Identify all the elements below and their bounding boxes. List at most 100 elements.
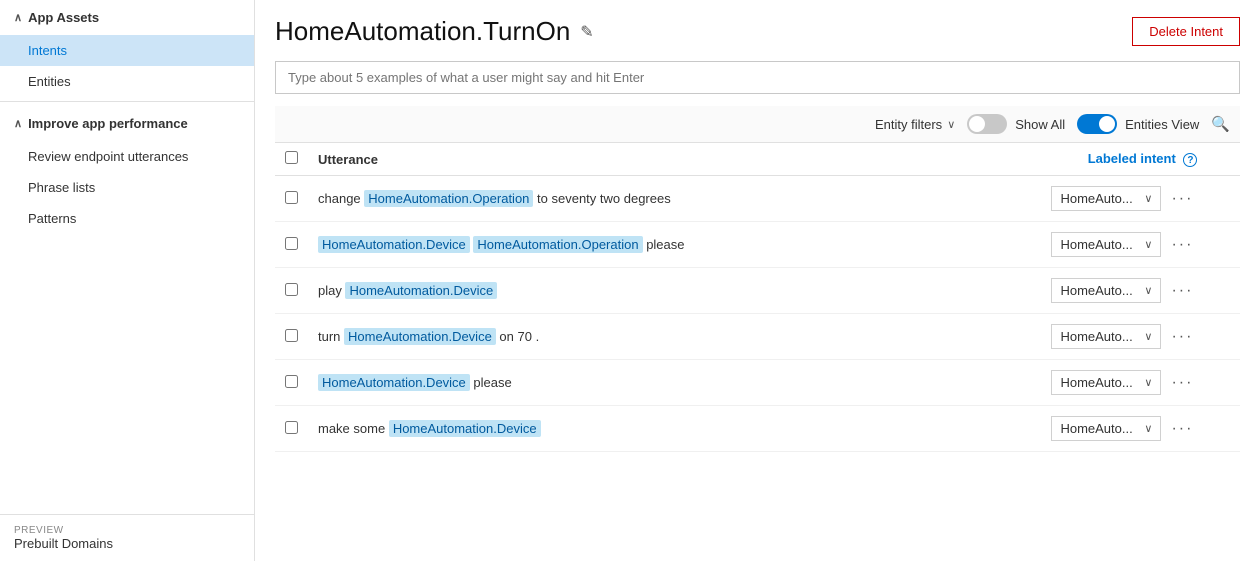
select-all-header (275, 143, 308, 176)
toolbar: Entity filters ∨ Show All Entities View … (275, 106, 1240, 143)
dropdown-chevron-icon: ∨ (1144, 376, 1152, 389)
entity-tag[interactable]: HomeAutomation.Device (389, 420, 541, 437)
intent-value: HomeAuto... (1060, 283, 1132, 298)
intent-dropdown[interactable]: HomeAuto...∨ (1051, 416, 1161, 441)
entity-filters-label: Entity filters (875, 117, 942, 132)
show-all-toggle-wrapper: Show All (967, 114, 1065, 134)
intent-cell: HomeAuto...∨ ··· (937, 268, 1207, 314)
utterance-cell: change HomeAutomation.Operation to seven… (308, 176, 937, 222)
entity-tag[interactable]: HomeAutomation.Device (318, 236, 470, 253)
sidebar-section-improve[interactable]: ∧ Improve app performance (0, 106, 254, 141)
utterance-cell: play HomeAutomation.Device (308, 268, 937, 314)
entity-filters-button[interactable]: Entity filters ∨ (875, 117, 955, 132)
chevron-down-icon: ∨ (947, 118, 955, 131)
utterance-cell: turn HomeAutomation.Device on 70 . (308, 314, 937, 360)
intent-dropdown[interactable]: HomeAuto...∨ (1051, 232, 1161, 257)
labeled-intent-column-header: Labeled intent ? (937, 143, 1207, 176)
utterances-table: Utterance Labeled intent ? change HomeAu… (275, 143, 1240, 452)
entities-view-label: Entities View (1125, 117, 1199, 132)
row-checkbox[interactable] (285, 421, 298, 434)
intent-dropdown[interactable]: HomeAuto... ∨ (1051, 324, 1161, 349)
intent-value: HomeAuto... (1060, 329, 1132, 344)
preview-label: PREVIEW (14, 525, 240, 536)
intent-value: HomeAuto... (1060, 421, 1132, 436)
utterance-cell: HomeAutomation.Device HomeAutomation.Ope… (308, 222, 937, 268)
header-row: HomeAutomation.TurnOn ✎ Delete Intent (275, 16, 1240, 47)
row-checkbox-cell (275, 314, 308, 360)
utterance-cell: HomeAutomation.Device please (308, 360, 937, 406)
sidebar-section-app-assets[interactable]: ∧ App Assets (0, 0, 254, 35)
utterance-column-header: Utterance (308, 143, 937, 176)
sidebar-improve-label: Improve app performance (28, 116, 188, 131)
entities-view-toggle[interactable] (1077, 114, 1117, 134)
chevron-up-icon: ∧ (14, 11, 22, 24)
intent-cell: HomeAuto...∨ ··· (937, 222, 1207, 268)
sidebar-item-phrase-lists[interactable]: Phrase lists (0, 172, 254, 203)
entity-tag[interactable]: HomeAutomation.Device (345, 282, 497, 299)
more-options-button[interactable]: ··· (1167, 282, 1197, 300)
entity-tag[interactable]: HomeAutomation.Device (318, 374, 470, 391)
more-options-button[interactable]: ··· (1167, 190, 1197, 208)
prebuilt-domains-label[interactable]: Prebuilt Domains (14, 536, 240, 551)
sidebar-divider (0, 101, 254, 102)
select-all-checkbox[interactable] (285, 151, 298, 164)
row-checkbox-cell (275, 406, 308, 452)
row-actions: HomeAuto... ∨ ··· (947, 324, 1197, 349)
intent-dropdown[interactable]: HomeAuto...∨ (1051, 278, 1161, 303)
sidebar-item-patterns[interactable]: Patterns (0, 203, 254, 234)
dropdown-chevron-icon: ∨ (1144, 238, 1152, 251)
utterances-table-container: Utterance Labeled intent ? change HomeAu… (275, 143, 1240, 545)
intent-dropdown[interactable]: HomeAuto... ∨ (1051, 370, 1161, 395)
utterance-cell: make some HomeAutomation.Device (308, 406, 937, 452)
delete-intent-button[interactable]: Delete Intent (1132, 17, 1240, 46)
sidebar-item-entities[interactable]: Entities (0, 66, 254, 97)
actions-column-header (1207, 143, 1240, 176)
more-options-button[interactable]: ··· (1167, 374, 1197, 392)
intent-value: HomeAuto... (1060, 375, 1132, 390)
help-icon[interactable]: ? (1183, 153, 1197, 167)
intent-cell: HomeAuto... ∨ ··· (937, 176, 1207, 222)
row-checkbox-cell (275, 360, 308, 406)
row-checkbox[interactable] (285, 237, 298, 250)
utterance-search-input[interactable] (275, 61, 1240, 94)
entity-tag[interactable]: HomeAutomation.Operation (473, 236, 642, 253)
intent-cell: HomeAuto...∨ ··· (937, 406, 1207, 452)
edit-icon[interactable]: ✎ (580, 22, 593, 42)
dropdown-chevron-icon: ∨ (1144, 192, 1152, 205)
row-checkbox[interactable] (285, 329, 298, 342)
main-content: HomeAutomation.TurnOn ✎ Delete Intent En… (255, 0, 1260, 561)
show-all-toggle[interactable] (967, 114, 1007, 134)
entity-tag[interactable]: HomeAutomation.Device (344, 328, 496, 345)
table-row: make some HomeAutomation.DeviceHomeAuto.… (275, 406, 1240, 452)
row-actions: HomeAuto...∨ ··· (947, 278, 1197, 303)
table-row: HomeAutomation.Device please HomeAuto... ∨… (275, 360, 1240, 406)
row-actions: HomeAuto... ∨ ··· (947, 370, 1197, 395)
search-icon[interactable]: 🔍 (1211, 115, 1230, 133)
sidebar-item-review-endpoint[interactable]: Review endpoint utterances (0, 141, 254, 172)
sidebar-bottom: PREVIEW Prebuilt Domains (0, 514, 254, 561)
intent-cell: HomeAuto... ∨ ··· (937, 314, 1207, 360)
sidebar: ∧ App Assets Intents Entities ∧ Improve … (0, 0, 255, 561)
sidebar-item-intents[interactable]: Intents (0, 35, 254, 66)
more-options-button[interactable]: ··· (1167, 420, 1197, 438)
row-checkbox[interactable] (285, 283, 298, 296)
row-actions: HomeAuto... ∨ ··· (947, 186, 1197, 211)
intent-title: HomeAutomation.TurnOn (275, 16, 570, 47)
row-checkbox[interactable] (285, 375, 298, 388)
row-checkbox-cell (275, 222, 308, 268)
row-actions: HomeAuto...∨ ··· (947, 232, 1197, 257)
more-options-button[interactable]: ··· (1167, 328, 1197, 346)
page-title: HomeAutomation.TurnOn ✎ (275, 16, 594, 47)
intent-cell: HomeAuto... ∨ ··· (937, 360, 1207, 406)
dropdown-chevron-icon: ∨ (1144, 330, 1152, 343)
sidebar-section-label: App Assets (28, 10, 99, 25)
row-checkbox-cell (275, 268, 308, 314)
intent-dropdown[interactable]: HomeAuto... ∨ (1051, 186, 1161, 211)
intent-value: HomeAuto... (1060, 191, 1132, 206)
table-row: HomeAutomation.Device HomeAutomation.Ope… (275, 222, 1240, 268)
table-row: play HomeAutomation.Device HomeAuto...∨ ··… (275, 268, 1240, 314)
entity-tag[interactable]: HomeAutomation.Operation (364, 190, 533, 207)
row-checkbox[interactable] (285, 191, 298, 204)
table-row: change HomeAutomation.Operation to seven… (275, 176, 1240, 222)
more-options-button[interactable]: ··· (1167, 236, 1197, 254)
